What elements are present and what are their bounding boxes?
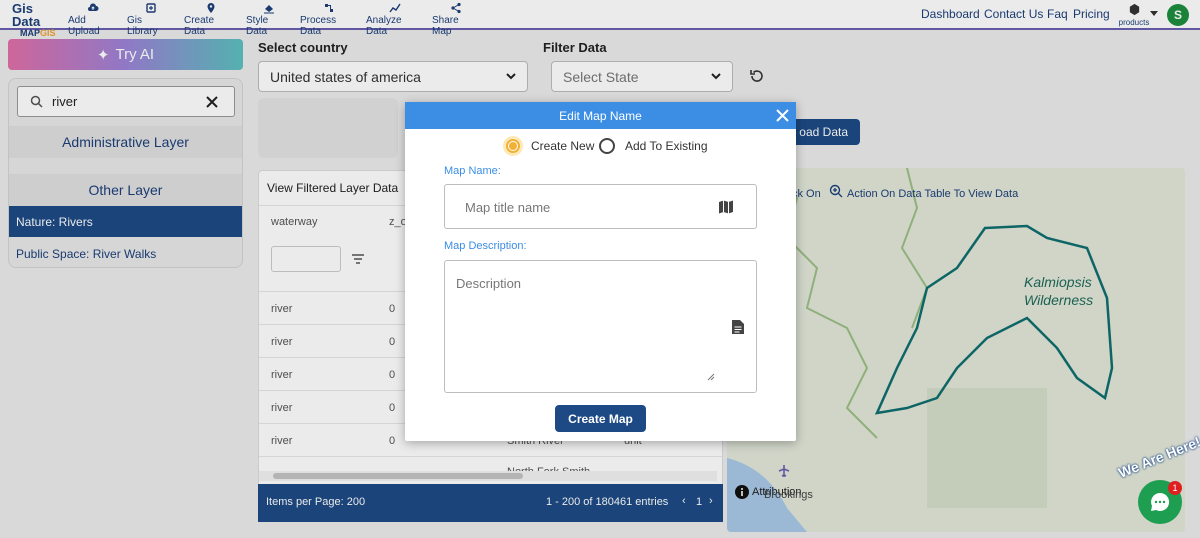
radio-create-new[interactable]: [503, 136, 523, 156]
description-placeholder: Description: [456, 276, 522, 291]
radio-existing-label[interactable]: Add To Existing: [625, 139, 708, 153]
radio-add-existing[interactable]: [599, 138, 615, 154]
dialog-header: Edit Map Name: [405, 102, 796, 129]
edit-map-name-dialog: Edit Map Name Create New Add To Existing…: [405, 102, 796, 441]
map-name-placeholder: Map title name: [465, 200, 551, 215]
map-name-label: Map Name:: [444, 165, 501, 177]
map-icon: [719, 200, 733, 214]
close-icon[interactable]: [776, 109, 789, 122]
map-description-label: Map Description:: [444, 240, 527, 252]
map-name-input[interactable]: Map title name: [444, 184, 757, 229]
resize-handle-icon[interactable]: [707, 373, 715, 381]
dialog-title: Edit Map Name: [559, 108, 642, 123]
radio-create-label[interactable]: Create New: [531, 139, 594, 153]
document-icon: [732, 320, 744, 334]
map-description-input[interactable]: Description: [444, 260, 757, 393]
create-map-label: Create Map: [568, 411, 633, 426]
chat-notification-badge: 1: [1168, 481, 1182, 495]
create-map-button[interactable]: Create Map: [555, 405, 646, 432]
chat-bubble-icon: [1151, 492, 1170, 511]
